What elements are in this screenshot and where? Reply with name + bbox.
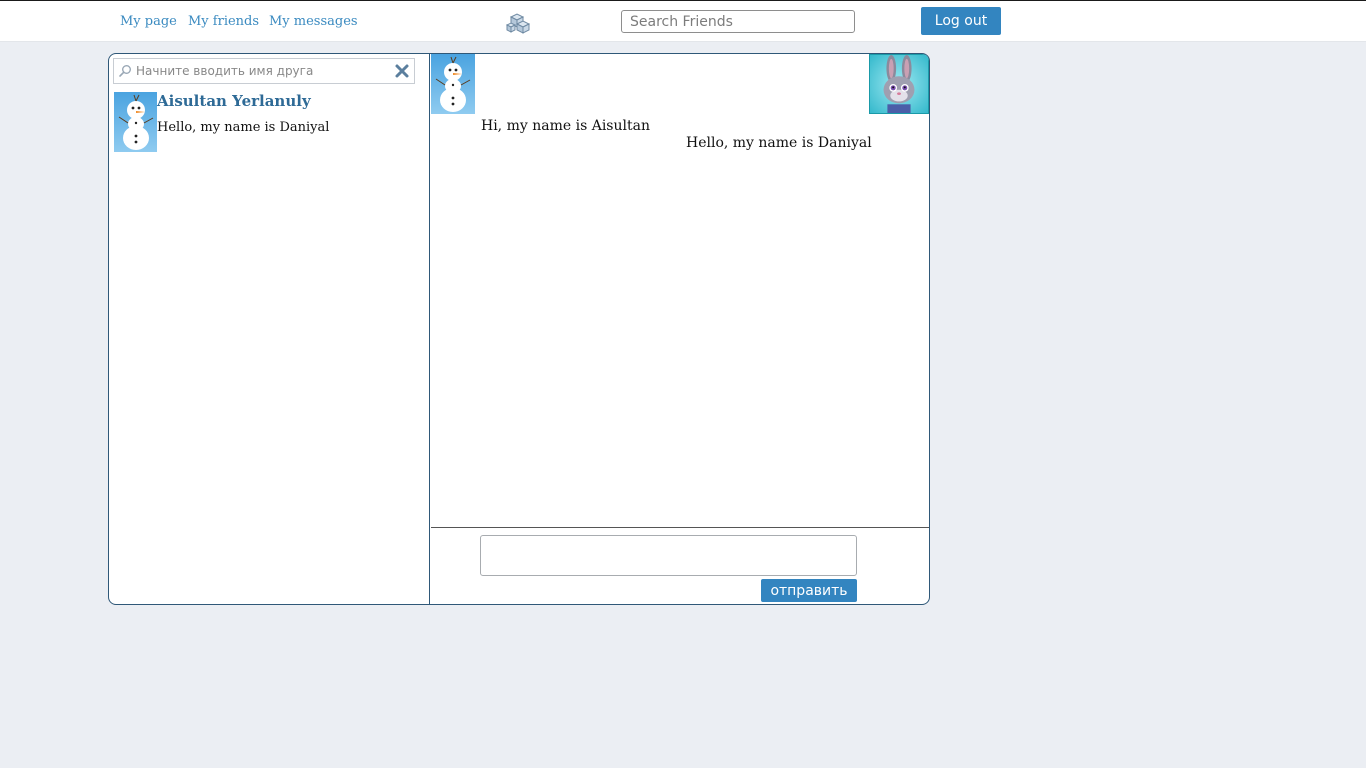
friend-search-box[interactable] xyxy=(113,58,415,84)
search-friends-input[interactable] xyxy=(621,10,855,33)
message-input[interactable] xyxy=(480,535,857,576)
conversation-area: Hi, my name is Aisultan Hello, my name i… xyxy=(431,54,929,604)
nav-my-messages-link[interactable]: My messages xyxy=(269,14,358,29)
close-x-icon[interactable] xyxy=(394,63,410,79)
message-outgoing: Hello, my name is Daniyal xyxy=(686,135,872,151)
messages-panel: Aisultan Yerlanuly Hello, my name is Dan… xyxy=(108,53,930,605)
send-button[interactable]: отправить xyxy=(761,579,857,602)
composer-divider xyxy=(431,527,929,528)
nav-my-friends-link[interactable]: My friends xyxy=(188,14,259,29)
message-incoming: Hi, my name is Aisultan xyxy=(481,118,650,134)
dialogs-sidebar: Aisultan Yerlanuly Hello, my name is Dan… xyxy=(109,54,430,604)
nav-my-page-link[interactable]: My page xyxy=(120,14,177,29)
snowman-avatar xyxy=(114,92,157,152)
dialog-last-message: Hello, my name is Daniyal xyxy=(157,120,330,135)
friend-search-input[interactable] xyxy=(136,61,386,81)
dialog-contact-name[interactable]: Aisultan Yerlanuly xyxy=(157,92,311,110)
bunny-avatar xyxy=(869,54,929,114)
cubes-logo-icon[interactable] xyxy=(505,9,531,35)
snowman-avatar xyxy=(431,54,475,114)
magnifier-icon xyxy=(119,65,131,77)
dialog-list-item[interactable]: Aisultan Yerlanuly Hello, my name is Dan… xyxy=(114,92,424,154)
top-navbar: My page My friends My messages Log out xyxy=(0,0,1366,42)
logout-button[interactable]: Log out xyxy=(921,7,1001,35)
